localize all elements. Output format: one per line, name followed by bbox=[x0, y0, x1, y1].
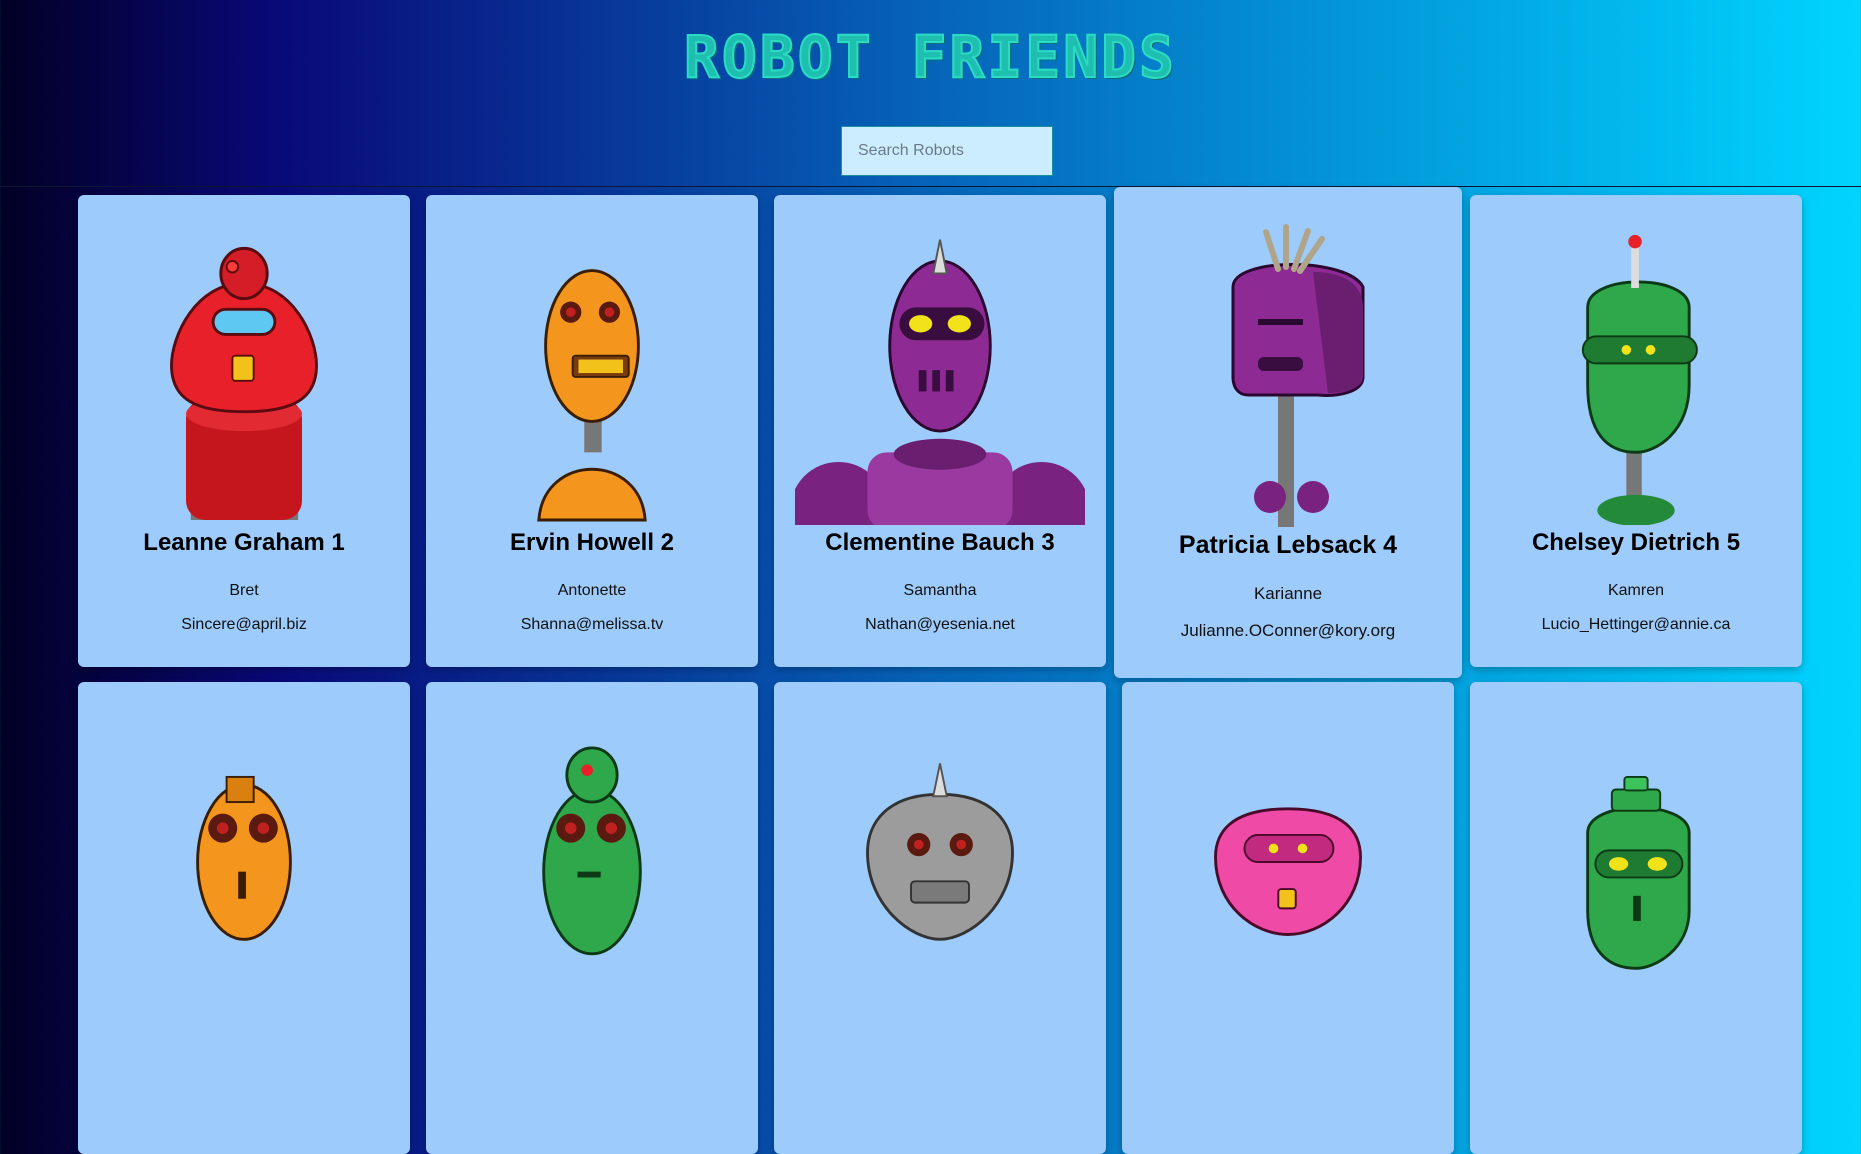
robot-card[interactable]: Clementine Bauch 3 Samantha Nathan@yesen… bbox=[774, 195, 1106, 667]
robot-username: Samantha bbox=[903, 582, 977, 599]
robot-email: Sincere@april.biz bbox=[181, 616, 307, 633]
robot-card[interactable]: Patricia Lebsack 4 Karianne Julianne.OCo… bbox=[1114, 187, 1462, 678]
robot-username: Bret bbox=[229, 582, 259, 599]
robot-avatar-image bbox=[542, 746, 642, 956]
robot-name: Patricia Lebsack 4 bbox=[1178, 531, 1398, 559]
robot-username: Karianne bbox=[1253, 584, 1323, 603]
robot-name: Chelsey Dietrich 5 bbox=[1531, 529, 1741, 556]
robot-name: Ervin Howell 2 bbox=[509, 529, 675, 556]
robot-avatar-image bbox=[537, 269, 647, 522]
robot-avatar-image bbox=[1214, 807, 1362, 936]
robot-avatar-image bbox=[170, 246, 318, 520]
robot-card[interactable]: Chelsey Dietrich 5 Kamren Lucio_Hettinge… bbox=[1470, 195, 1802, 667]
robot-avatar-image bbox=[1581, 234, 1698, 525]
robot-card[interactable] bbox=[1122, 682, 1454, 1154]
robot-card[interactable] bbox=[774, 682, 1106, 1154]
robot-avatar-image bbox=[866, 763, 1014, 941]
robot-card[interactable] bbox=[1470, 682, 1802, 1154]
robot-avatar-image bbox=[196, 775, 292, 941]
robot-card[interactable]: Ervin Howell 2 Antonette Shanna@melissa.… bbox=[426, 195, 758, 667]
robot-avatar-image bbox=[1231, 224, 1365, 527]
robot-avatar-image bbox=[1586, 775, 1691, 970]
robot-email: Nathan@yesenia.net bbox=[865, 616, 1015, 633]
robot-card[interactable] bbox=[78, 682, 410, 1154]
robot-card[interactable] bbox=[426, 682, 758, 1154]
robot-card-list: Leanne Graham 1 Bret Sincere@april.biz E… bbox=[0, 0, 1861, 1154]
robot-avatar-image bbox=[795, 239, 1085, 525]
robot-name: Clementine Bauch 3 bbox=[825, 529, 1055, 556]
robot-email: Julianne.OConner@kory.org bbox=[1180, 621, 1396, 640]
robot-username: Antonette bbox=[557, 582, 627, 599]
robot-card[interactable]: Leanne Graham 1 Bret Sincere@april.biz bbox=[78, 195, 410, 667]
robot-name: Leanne Graham 1 bbox=[143, 529, 345, 556]
robot-email: Shanna@melissa.tv bbox=[520, 616, 664, 633]
robot-email: Lucio_Hettinger@annie.ca bbox=[1541, 616, 1731, 633]
robot-username: Kamren bbox=[1607, 582, 1665, 599]
